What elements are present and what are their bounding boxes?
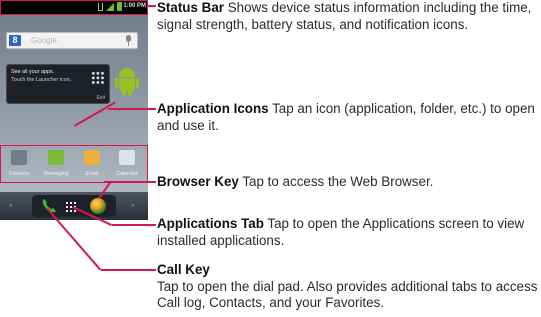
- launcher-tip-widget[interactable]: See all your apps. Touch the Launcher ic…: [6, 64, 110, 104]
- status-bar-callout: Status Bar Shows device status informati…: [157, 0, 537, 33]
- widget-subtitle: Touch the Launcher icon.: [11, 77, 72, 83]
- scroll-left-icon[interactable]: «: [9, 203, 12, 209]
- application-icons-callout: Application Icons Tap an icon (applicati…: [157, 101, 541, 134]
- status-bar-leader: [148, 5, 156, 7]
- callout-title: Application Icons: [157, 101, 269, 116]
- browser-key-callout: Browser Key Tap to access the Web Browse…: [157, 174, 541, 191]
- google-search-bar[interactable]: 8 Google: [6, 32, 138, 49]
- google-logo-icon: 8: [9, 35, 21, 46]
- widget-title: See all your apps.: [11, 69, 55, 75]
- callout-title: Browser Key: [157, 174, 239, 189]
- search-placeholder: Google: [31, 36, 57, 45]
- callout-title: Status Bar: [157, 0, 224, 15]
- android-robot-icon: [115, 68, 139, 98]
- browser-key-leader-h: [104, 181, 156, 183]
- application-icons-outline: [0, 145, 148, 183]
- status-bar-outline: [0, 0, 148, 15]
- callout-title: Call Key: [157, 262, 210, 277]
- applications-tab-leader-h: [112, 224, 156, 226]
- scroll-right-icon[interactable]: »: [131, 203, 134, 209]
- callout-text: Tap to open the dial pad. Also provides …: [157, 278, 538, 311]
- callout-title: Applications Tab: [157, 216, 264, 231]
- call-key-callout: Call Key Tap to open the dial pad. Also …: [157, 262, 541, 312]
- call-key-leader-h: [101, 269, 156, 271]
- phone-screen: 1:00 PM 8 Google See all your apps. Touc…: [0, 0, 148, 220]
- microphone-icon[interactable]: [123, 34, 134, 47]
- application-icons-leader-h: [108, 108, 156, 110]
- browser-key-icon[interactable]: [90, 198, 106, 214]
- callout-text: Tap to access the Web Browser.: [242, 174, 434, 189]
- widget-exit-label[interactable]: Exit: [97, 95, 105, 101]
- launcher-grid-icon: [91, 71, 105, 85]
- applications-tab-callout: Applications Tab Tap to open the Applica…: [157, 216, 541, 249]
